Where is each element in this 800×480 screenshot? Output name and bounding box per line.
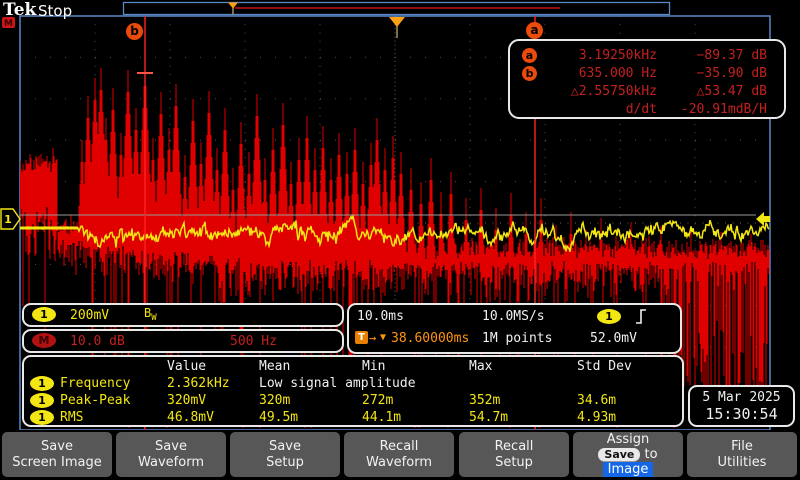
math-reference-label: M bbox=[4, 19, 13, 29]
cursor-a-row: a 3.19250kHz −89.37 dB bbox=[510, 47, 784, 64]
oscilloscope-screen: M 1 Tek Stop b a a 3.19250kHz −89.37 dB b… bbox=[0, 0, 800, 480]
meas-row2-min: 272m bbox=[362, 393, 393, 408]
cursor-ddt-value: -20.91mdB/H bbox=[657, 102, 767, 117]
trigger-t-icon: T bbox=[355, 331, 368, 344]
trigger-source-badge: 1 bbox=[597, 309, 621, 324]
channel1-readout-box: 1 200mV BW bbox=[22, 303, 344, 327]
channel1-badge: 1 bbox=[32, 307, 56, 322]
save-key-icon: Save bbox=[598, 448, 640, 461]
datetime-box: 5 Mar 2025 15:30:54 bbox=[688, 385, 795, 427]
col-header-stddev: Std Dev bbox=[577, 359, 632, 374]
math-readout-box: M 10.0 dB 500 Hz bbox=[22, 329, 344, 353]
meas-row3-std: 4.93m bbox=[577, 410, 616, 425]
assign-label: Assign bbox=[573, 432, 683, 447]
meas-row2-value: 320mV bbox=[167, 393, 206, 408]
channel1-ground-marker-label: 1 bbox=[4, 213, 12, 226]
meas-row3-name: RMS bbox=[60, 410, 83, 425]
tek-logo: Tek bbox=[3, 0, 36, 20]
meas-row3-badge: 1 bbox=[30, 410, 54, 425]
acquisition-status: Stop bbox=[38, 2, 72, 20]
trigger-level-readout: 52.0mV bbox=[590, 331, 637, 346]
cursor-ddt-label: d/dt bbox=[540, 102, 657, 117]
measurements-box: Value Mean Min Max Std Dev 1 Frequency 2… bbox=[22, 355, 684, 427]
time-readout: 15:30:54 bbox=[690, 405, 793, 423]
meas-row3-min: 44.1m bbox=[362, 410, 401, 425]
rising-edge-icon bbox=[634, 308, 648, 325]
triangle-down-icon: ▼ bbox=[380, 332, 386, 343]
meas-row2-max: 352m bbox=[469, 393, 500, 408]
assign-save-button[interactable]: Assign Save to Image bbox=[573, 432, 683, 477]
math-scale: 10.0 dB bbox=[70, 334, 125, 349]
trigger-level-arrow-icon[interactable] bbox=[756, 212, 770, 226]
cursor-b-frequency: 635.000 Hz bbox=[540, 66, 657, 81]
meas-row2-mean: 320m bbox=[259, 393, 290, 408]
meas-row3-max: 54.7m bbox=[469, 410, 508, 425]
cursor-b-badge[interactable]: b bbox=[126, 23, 143, 40]
meas-row1-name: Frequency bbox=[60, 376, 130, 391]
sample-rate: 10.0MS/s bbox=[482, 309, 545, 324]
cursor-delta-amplitude: △53.47 dB bbox=[657, 84, 767, 99]
meas-row3-value: 46.8mV bbox=[167, 410, 214, 425]
trigger-position-readout: 38.60000ms bbox=[391, 331, 469, 346]
meas-row2-name: Peak-Peak bbox=[60, 393, 130, 408]
col-header-min: Min bbox=[362, 359, 385, 374]
file-utilities-button[interactable]: FileUtilities bbox=[687, 432, 797, 477]
save-waveform-button[interactable]: SaveWaveform bbox=[116, 432, 226, 477]
meas-row2-badge: 1 bbox=[30, 393, 54, 408]
bw-limit-icon: BW bbox=[144, 306, 157, 323]
cursor-a-icon: a bbox=[522, 48, 537, 63]
cursor-a-amplitude: −89.37 dB bbox=[657, 48, 767, 63]
channel1-scale: 200mV bbox=[70, 308, 109, 323]
cursor-delta-row: △2.55750kHz △53.47 dB bbox=[510, 83, 784, 100]
col-header-max: Max bbox=[469, 359, 492, 374]
trigger-position-icon[interactable] bbox=[389, 17, 405, 27]
cursor-b-icon: b bbox=[522, 66, 537, 81]
cursor-a-badge[interactable]: a bbox=[526, 22, 543, 39]
arrow-right-icon: → bbox=[369, 331, 376, 345]
recall-waveform-button[interactable]: RecallWaveform bbox=[344, 432, 454, 477]
cursor-b-amplitude: −35.90 dB bbox=[657, 66, 767, 81]
meas-row1-badge: 1 bbox=[30, 376, 54, 391]
save-screen-image-button[interactable]: SaveScreen Image bbox=[2, 432, 112, 477]
record-length: 1M points bbox=[482, 331, 552, 346]
meas-row2-std: 34.6m bbox=[577, 393, 616, 408]
meas-row1-note: Low signal amplitude bbox=[259, 376, 416, 391]
horizontal-trigger-box: 10.0ms 10.0MS/s 1 T → ▼ 38.60000ms 1M po… bbox=[347, 303, 682, 354]
cursor-slope-row: d/dt -20.91mdB/H bbox=[510, 101, 784, 118]
timebase-scale: 10.0ms bbox=[357, 309, 404, 324]
date-readout: 5 Mar 2025 bbox=[690, 390, 793, 405]
col-header-value: Value bbox=[167, 359, 206, 374]
cursor-readout-box: a 3.19250kHz −89.37 dB b 635.000 Hz −35.… bbox=[508, 39, 786, 119]
math-span: 500 Hz bbox=[230, 334, 277, 349]
cursor-delta-frequency: △2.55750kHz bbox=[540, 84, 657, 99]
save-setup-button[interactable]: SaveSetup bbox=[230, 432, 340, 477]
cursor-a-frequency: 3.19250kHz bbox=[540, 48, 657, 63]
math-badge: M bbox=[32, 333, 56, 348]
meas-row1-value: 2.362kHz bbox=[167, 376, 230, 391]
cursor-b-row: b 635.000 Hz −35.90 dB bbox=[510, 65, 784, 82]
assign-target: Image bbox=[603, 462, 654, 477]
col-header-mean: Mean bbox=[259, 359, 290, 374]
recall-setup-button[interactable]: RecallSetup bbox=[459, 432, 569, 477]
meas-row3-mean: 49.5m bbox=[259, 410, 298, 425]
softkey-menu-bar: SaveScreen Image SaveWaveform SaveSetup … bbox=[0, 430, 800, 480]
